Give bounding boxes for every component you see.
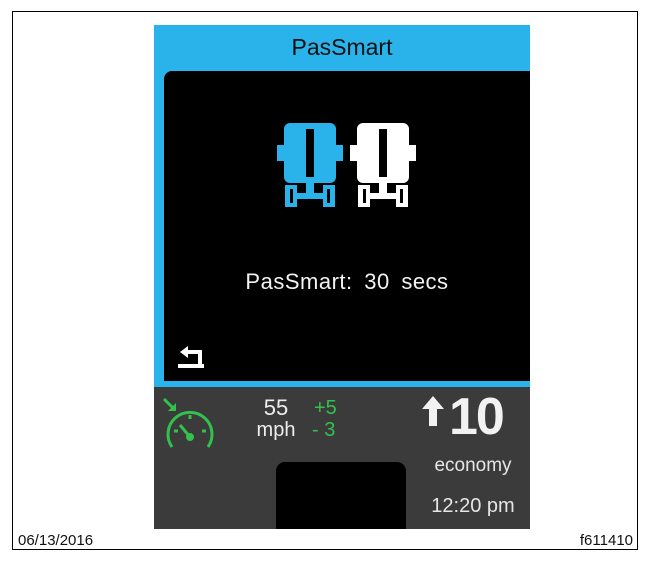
passmart-timer-text: PasSmart: 30 secs <box>245 269 449 294</box>
speed-offset-down: - 3 <box>312 419 336 441</box>
figure-id: f611410 <box>579 532 633 549</box>
passmart-panel: PasSmart: 30 secs <box>164 71 530 381</box>
back-arrow-icon[interactable] <box>176 344 206 370</box>
drive-mode: economy <box>434 455 512 476</box>
speed-offset-up: +5 <box>314 397 337 419</box>
speedometer-set-icon <box>162 397 214 448</box>
status-bar: 55 mph +5 - 3 10 economy 12:20 pm <box>154 387 530 529</box>
upshift-arrow-icon <box>422 396 444 426</box>
screen-title: PasSmart <box>291 34 393 60</box>
speed-unit: mph <box>256 419 296 441</box>
display-screen: PasSmart PasSmart: 30 secs 55 mph +5 - 3… <box>154 25 530 529</box>
set-speed-value: 55 <box>263 395 289 420</box>
truck-rear-icon <box>350 123 416 207</box>
truck-rear-icon <box>277 123 343 207</box>
message-window <box>276 462 406 529</box>
clock-time: 12:20 pm <box>431 495 515 517</box>
figure-date: 06/13/2016 <box>18 532 94 549</box>
current-gear: 10 <box>449 388 505 446</box>
